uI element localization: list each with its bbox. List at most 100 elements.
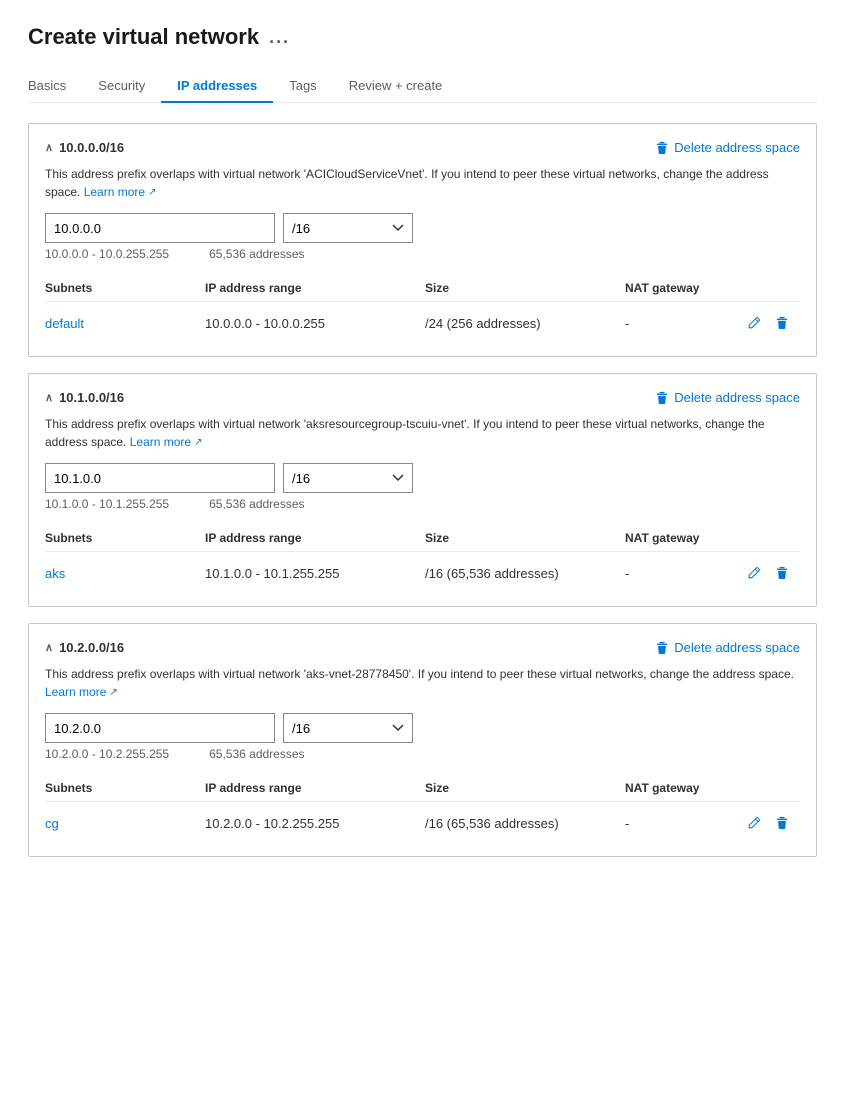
subnets-table-3: Subnets IP address range Size NAT gatewa…	[45, 775, 800, 840]
input-row-2: /16 /17 /18 /24	[45, 463, 800, 493]
external-link-icon-2: ↗	[194, 435, 202, 450]
tab-review-create[interactable]: Review + create	[333, 70, 459, 103]
ip-input-3[interactable]	[45, 713, 275, 743]
card-header-3: ∧ 10.2.0.0/16 Delete address space	[45, 640, 800, 655]
subnet-link-2-1[interactable]: aks	[45, 566, 65, 581]
subnet-actions-3-1	[745, 814, 805, 832]
subnets-header-2: Subnets IP address range Size NAT gatewa…	[45, 525, 800, 552]
delete-subnet-btn-3-1[interactable]	[773, 814, 791, 832]
trash-icon-2	[655, 391, 669, 405]
header-subnets-1: Subnets	[45, 281, 205, 295]
trash-icon-3	[655, 641, 669, 655]
subnet-nat-2-1: -	[625, 566, 745, 581]
tab-bar: Basics Security IP addresses Tags Review…	[28, 70, 817, 103]
delete-address-space-btn-3[interactable]: Delete address space	[655, 640, 800, 655]
subnet-row-2-1: aks 10.1.0.0 - 10.1.255.255 /16 (65,536 …	[45, 556, 800, 590]
edit-subnet-btn-1-1[interactable]	[745, 314, 763, 332]
ip-input-1[interactable]	[45, 213, 275, 243]
subnet-ip-range-3-1: 10.2.0.0 - 10.2.255.255	[205, 816, 425, 831]
edit-icon-3-1	[747, 816, 761, 830]
header-actions-1	[745, 281, 805, 295]
trash-subnet-icon-1-1	[775, 316, 789, 330]
subnet-row-1-1: default 10.0.0.0 - 10.0.0.255 /24 (256 a…	[45, 306, 800, 340]
subnet-name-3-1: cg	[45, 816, 205, 831]
subnets-header-3: Subnets IP address range Size NAT gatewa…	[45, 775, 800, 802]
subnet-size-3-1: /16 (65,536 addresses)	[425, 816, 625, 831]
subnet-link-1-1[interactable]: default	[45, 316, 84, 331]
header-size-3: Size	[425, 781, 625, 795]
card-header-1: ∧ 10.0.0.0/16 Delete address space	[45, 140, 800, 155]
header-ip-range-1: IP address range	[205, 281, 425, 295]
address-space-card-2: ∧ 10.1.0.0/16 Delete address space This …	[28, 373, 817, 607]
tab-basics[interactable]: Basics	[28, 70, 82, 103]
subnet-row-3-1: cg 10.2.0.0 - 10.2.255.255 /16 (65,536 a…	[45, 806, 800, 840]
header-actions-2	[745, 531, 805, 545]
prefix-select-3[interactable]: /16 /17 /18 /24	[283, 713, 413, 743]
range-text-3: 10.2.0.0 - 10.2.255.255 65,536 addresses	[45, 747, 800, 761]
address-count-1: 65,536 addresses	[209, 247, 304, 261]
subnet-name-2-1: aks	[45, 566, 205, 581]
subnet-ip-range-2-1: 10.1.0.0 - 10.1.255.255	[205, 566, 425, 581]
external-link-icon-1: ↗	[148, 185, 156, 200]
subnet-nat-1-1: -	[625, 316, 745, 331]
delete-subnet-btn-1-1[interactable]	[773, 314, 791, 332]
delete-subnet-btn-2-1[interactable]	[773, 564, 791, 582]
trash-subnet-icon-3-1	[775, 816, 789, 830]
learn-more-link-1[interactable]: Learn more ↗	[84, 183, 157, 201]
subnet-ip-range-1-1: 10.0.0.0 - 10.0.0.255	[205, 316, 425, 331]
tab-ip-addresses[interactable]: IP addresses	[161, 70, 273, 103]
header-subnets-3: Subnets	[45, 781, 205, 795]
subnet-link-3-1[interactable]: cg	[45, 816, 59, 831]
address-space-card-1: ∧ 10.0.0.0/16 Delete address space This …	[28, 123, 817, 357]
chevron-icon-1: ∧	[45, 141, 53, 154]
cidr-label-2: 10.1.0.0/16	[59, 390, 124, 405]
subnet-size-2-1: /16 (65,536 addresses)	[425, 566, 625, 581]
header-subnets-2: Subnets	[45, 531, 205, 545]
prefix-select-2[interactable]: /16 /17 /18 /24	[283, 463, 413, 493]
learn-more-link-3[interactable]: Learn more ↗	[45, 683, 118, 701]
external-link-icon-3: ↗	[109, 685, 117, 700]
header-size-1: Size	[425, 281, 625, 295]
page-title: Create virtual network ...	[28, 24, 817, 50]
header-nat-3: NAT gateway	[625, 781, 745, 795]
subnet-size-1-1: /24 (256 addresses)	[425, 316, 625, 331]
page-title-text: Create virtual network	[28, 24, 259, 50]
learn-more-link-2[interactable]: Learn more ↗	[130, 433, 203, 451]
warning-text-3: This address prefix overlaps with virtua…	[45, 665, 800, 701]
header-nat-2: NAT gateway	[625, 531, 745, 545]
range-text-2: 10.1.0.0 - 10.1.255.255 65,536 addresses	[45, 497, 800, 511]
cidr-label-1: 10.0.0.0/16	[59, 140, 124, 155]
warning-text-2: This address prefix overlaps with virtua…	[45, 415, 800, 451]
header-size-2: Size	[425, 531, 625, 545]
tab-security[interactable]: Security	[82, 70, 161, 103]
ip-input-2[interactable]	[45, 463, 275, 493]
subnet-actions-1-1	[745, 314, 805, 332]
edit-icon-2-1	[747, 566, 761, 580]
subnets-table-1: Subnets IP address range Size NAT gatewa…	[45, 275, 800, 340]
header-ip-range-2: IP address range	[205, 531, 425, 545]
address-space-card-3: ∧ 10.2.0.0/16 Delete address space This …	[28, 623, 817, 857]
delete-address-space-btn-2[interactable]: Delete address space	[655, 390, 800, 405]
edit-subnet-btn-2-1[interactable]	[745, 564, 763, 582]
chevron-icon-3: ∧	[45, 641, 53, 654]
page-title-dots: ...	[269, 27, 290, 48]
tab-tags[interactable]: Tags	[273, 70, 332, 103]
cidr-label-3: 10.2.0.0/16	[59, 640, 124, 655]
delete-address-space-btn-1[interactable]: Delete address space	[655, 140, 800, 155]
edit-subnet-btn-3-1[interactable]	[745, 814, 763, 832]
address-count-3: 65,536 addresses	[209, 747, 304, 761]
address-count-2: 65,536 addresses	[209, 497, 304, 511]
trash-subnet-icon-2-1	[775, 566, 789, 580]
prefix-select-1[interactable]: /16 /17 /18 /24	[283, 213, 413, 243]
address-spaces-container: ∧ 10.0.0.0/16 Delete address space This …	[28, 123, 817, 857]
trash-icon-1	[655, 141, 669, 155]
card-cidr-2: ∧ 10.1.0.0/16	[45, 390, 124, 405]
card-header-2: ∧ 10.1.0.0/16 Delete address space	[45, 390, 800, 405]
chevron-icon-2: ∧	[45, 391, 53, 404]
subnet-actions-2-1	[745, 564, 805, 582]
subnets-table-2: Subnets IP address range Size NAT gatewa…	[45, 525, 800, 590]
range-value-1: 10.0.0.0 - 10.0.255.255	[45, 247, 169, 261]
input-row-1: /16 /17 /18 /24	[45, 213, 800, 243]
warning-text-1: This address prefix overlaps with virtua…	[45, 165, 800, 201]
card-cidr-1: ∧ 10.0.0.0/16	[45, 140, 124, 155]
